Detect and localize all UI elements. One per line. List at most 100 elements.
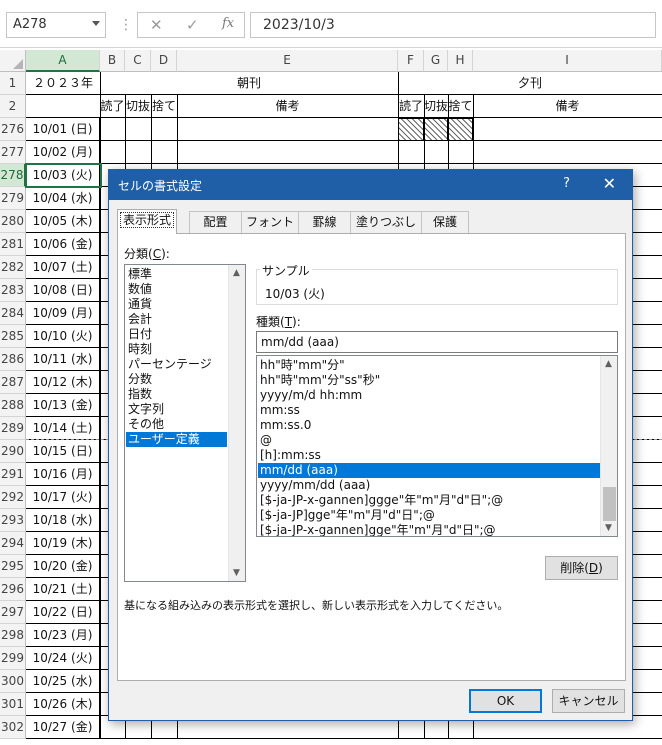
date-cell[interactable]: 10/09 (月) bbox=[26, 302, 100, 325]
row-header-287[interactable]: 287 bbox=[0, 371, 26, 394]
type-list[interactable]: [$-ja-JP-x-gannen]gge"年"m"月"d"日";@ [$-ja-… bbox=[256, 355, 618, 537]
row-header-276[interactable]: 276 bbox=[0, 118, 26, 141]
date-cell[interactable]: 10/14 (土) bbox=[26, 417, 100, 440]
scroll-down-icon[interactable]: ▼ bbox=[605, 523, 612, 533]
hatched-cell[interactable] bbox=[448, 118, 473, 141]
hatched-cell[interactable] bbox=[424, 118, 448, 141]
date-cell[interactable]: 10/23 (月) bbox=[26, 624, 100, 647]
category-scrollbar[interactable]: ▲ ▼ bbox=[228, 265, 245, 581]
date-cell[interactable]: 10/17 (火) bbox=[26, 486, 100, 509]
category-item[interactable]: 数値 bbox=[126, 282, 227, 297]
type-item[interactable]: mm:ss.0 bbox=[258, 418, 600, 433]
row-header-285[interactable]: 285 bbox=[0, 325, 26, 348]
date-cell[interactable]: 10/16 (月) bbox=[26, 463, 100, 486]
column-header-f[interactable]: F bbox=[398, 50, 424, 72]
type-item[interactable]: [$-ja-JP-x-gannen]gge"年"m"月"d"日";@ bbox=[258, 523, 600, 536]
row-header-296[interactable]: 296 bbox=[0, 578, 26, 601]
category-item[interactable]: 分数 bbox=[126, 372, 227, 387]
type-item[interactable]: [h]:mm:ss bbox=[258, 448, 600, 463]
date-cell[interactable]: 10/20 (金) bbox=[26, 555, 100, 578]
ok-button[interactable]: OK bbox=[469, 689, 542, 713]
type-item[interactable]: @ bbox=[258, 433, 600, 448]
row-header-292[interactable]: 292 bbox=[0, 486, 26, 509]
type-item[interactable]: yyyy/m/d hh:mm bbox=[258, 388, 600, 403]
category-list[interactable]: ▲ ▼ 標準 数値 通貨 会計 日付 時刻 パーセンテージ 分数 指数 文字列 その他 ユーザー定義 bbox=[124, 264, 246, 582]
close-icon[interactable]: ✕ bbox=[603, 174, 616, 193]
formula-bar-grip[interactable]: ⋮ bbox=[119, 17, 133, 33]
type-item[interactable]: yyyy/mm/dd (aaa) bbox=[258, 478, 600, 493]
column-header-c[interactable]: C bbox=[125, 50, 151, 72]
type-item[interactable]: [$-ja-JP]gge"年"m"月"d"日";@ bbox=[258, 508, 600, 523]
row-header-279[interactable]: 279 bbox=[0, 187, 26, 210]
type-item[interactable]: [$-ja-JP-x-gannen]ggge"年"m"月"d"日";@ bbox=[258, 493, 600, 508]
date-cell[interactable]: 10/01 (日) bbox=[26, 118, 100, 141]
select-all-corner[interactable] bbox=[0, 50, 26, 72]
type-item[interactable]: hh"時"mm"分" bbox=[258, 358, 600, 373]
row-header-302[interactable]: 302 bbox=[0, 716, 26, 739]
date-cell[interactable]: 10/08 (日) bbox=[26, 279, 100, 302]
column-header-e[interactable]: E bbox=[177, 50, 398, 72]
date-cell[interactable]: 10/27 (金) bbox=[26, 716, 100, 739]
row-header-290[interactable]: 290 bbox=[0, 440, 26, 463]
type-item[interactable]: mm:ss bbox=[258, 403, 600, 418]
category-item[interactable]: 時刻 bbox=[126, 342, 227, 357]
row-header-288[interactable]: 288 bbox=[0, 394, 26, 417]
help-icon[interactable]: ? bbox=[563, 176, 570, 191]
row-header-283[interactable]: 283 bbox=[0, 279, 26, 302]
row-header-1[interactable]: 1 bbox=[0, 72, 26, 95]
date-cell[interactable]: 10/06 (金) bbox=[26, 233, 100, 256]
scroll-up-icon[interactable]: ▲ bbox=[233, 268, 240, 278]
chevron-down-icon[interactable] bbox=[92, 21, 100, 26]
tab-protection[interactable]: 保護 bbox=[421, 211, 469, 233]
category-item[interactable]: パーセンテージ bbox=[126, 357, 227, 372]
scrollbar-thumb[interactable] bbox=[603, 487, 616, 521]
date-cell[interactable]: 10/13 (金) bbox=[26, 394, 100, 417]
date-cell[interactable]: 10/12 (木) bbox=[26, 371, 100, 394]
date-cell[interactable]: 10/21 (土) bbox=[26, 578, 100, 601]
date-cell[interactable]: 10/05 (木) bbox=[26, 210, 100, 233]
row-header-291[interactable]: 291 bbox=[0, 463, 26, 486]
date-cell[interactable]: 10/15 (日) bbox=[26, 440, 100, 463]
delete-button[interactable]: 削除(D) bbox=[545, 556, 618, 580]
column-header-a[interactable]: A bbox=[26, 50, 100, 72]
category-item[interactable]: 文字列 bbox=[126, 402, 227, 417]
row-header-293[interactable]: 293 bbox=[0, 509, 26, 532]
row-header-281[interactable]: 281 bbox=[0, 233, 26, 256]
date-cell[interactable]: 10/24 (火) bbox=[26, 647, 100, 670]
category-item[interactable]: 標準 bbox=[126, 267, 227, 282]
row-header-280[interactable]: 280 bbox=[0, 210, 26, 233]
hatched-cell[interactable] bbox=[398, 118, 424, 141]
category-item[interactable]: ユーザー定義 bbox=[126, 432, 227, 447]
row-header-300[interactable]: 300 bbox=[0, 670, 26, 693]
date-cell[interactable]: 10/02 (月) bbox=[26, 141, 100, 164]
scroll-down-icon[interactable]: ▼ bbox=[233, 568, 240, 578]
type-scrollbar[interactable]: ▲ ▼ bbox=[600, 356, 617, 536]
row-header-301[interactable]: 301 bbox=[0, 693, 26, 716]
enter-icon[interactable]: ✓ bbox=[186, 16, 199, 34]
date-cell[interactable]: 10/11 (水) bbox=[26, 348, 100, 371]
category-item[interactable]: 通貨 bbox=[126, 297, 227, 312]
row-header-282[interactable]: 282 bbox=[0, 256, 26, 279]
row-header-286[interactable]: 286 bbox=[0, 348, 26, 371]
category-item[interactable]: その他 bbox=[126, 417, 227, 432]
date-cell[interactable]: 10/07 (土) bbox=[26, 256, 100, 279]
column-header-b[interactable]: B bbox=[100, 50, 125, 72]
scroll-up-icon[interactable]: ▲ bbox=[605, 359, 612, 369]
date-cell[interactable]: 10/22 (日) bbox=[26, 601, 100, 624]
date-cell[interactable]: 10/18 (水) bbox=[26, 509, 100, 532]
formula-input[interactable]: 2023/10/3 bbox=[250, 12, 656, 38]
cancel-button[interactable]: キャンセル bbox=[552, 689, 625, 713]
row-header-278[interactable]: 278 bbox=[0, 164, 26, 187]
tab-font[interactable]: フォント bbox=[241, 211, 299, 233]
type-input[interactable]: mm/dd (aaa) bbox=[256, 331, 618, 353]
category-item[interactable]: 指数 bbox=[126, 387, 227, 402]
row-header-2[interactable]: 2 bbox=[0, 95, 26, 118]
date-cell[interactable]: 10/10 (火) bbox=[26, 325, 100, 348]
category-item[interactable]: 日付 bbox=[126, 327, 227, 342]
row-header-277[interactable]: 277 bbox=[0, 141, 26, 164]
cancel-icon[interactable]: ✕ bbox=[150, 16, 163, 34]
name-box[interactable]: A278 bbox=[6, 12, 106, 38]
type-item[interactable]: mm/dd (aaa) bbox=[258, 463, 600, 478]
category-item[interactable]: 会計 bbox=[126, 312, 227, 327]
tab-fill[interactable]: 塗りつぶし bbox=[350, 211, 422, 233]
